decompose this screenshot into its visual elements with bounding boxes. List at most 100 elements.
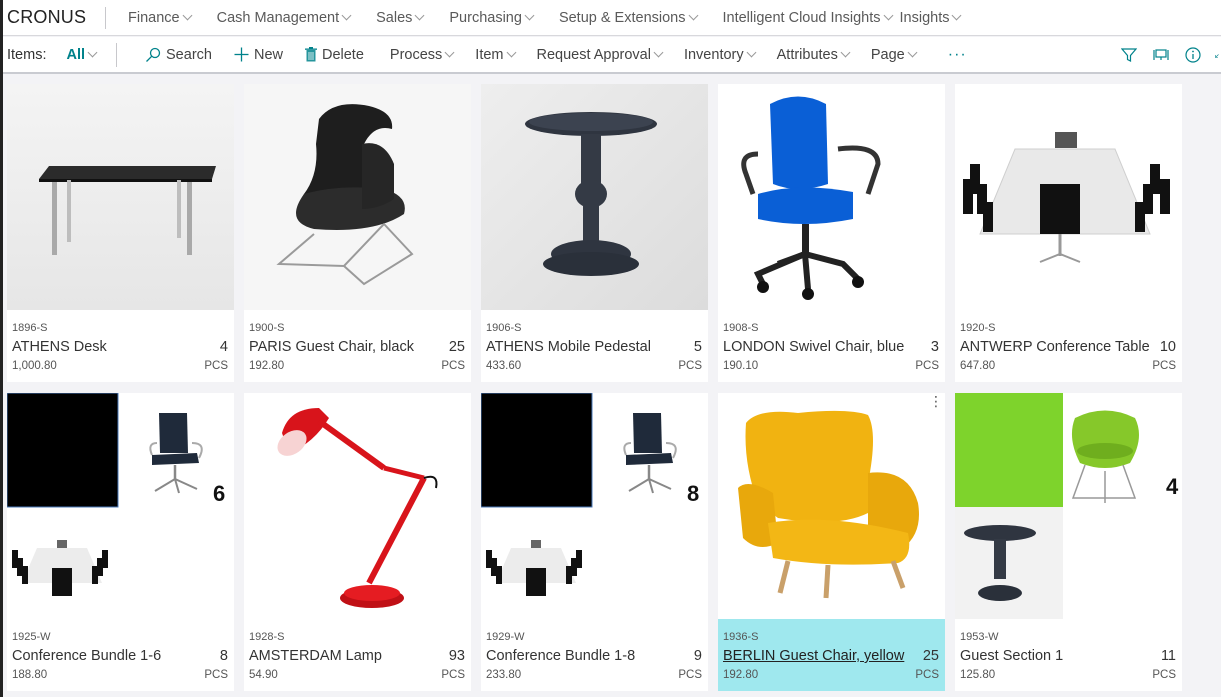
top-navigation: CRONUS Finance Cash Management Sales Pur…	[0, 0, 1221, 36]
item-description[interactable]: ANTWERP Conference Table	[960, 339, 1150, 355]
page-title: Items:	[7, 46, 47, 63]
item-menu[interactable]: Item	[475, 47, 516, 63]
item-description[interactable]: LONDON Swivel Chair, blue	[723, 339, 904, 355]
page-tools	[1105, 37, 1221, 72]
item-description[interactable]: Conference Bundle 1-6	[12, 648, 161, 664]
item-number: 1906-S	[486, 322, 522, 334]
item-unit-price: 190.10	[723, 360, 759, 372]
item-tile-selected[interactable]: ⋮ 1936-S BERLIN Guest Chair, yellow 25 1…	[718, 393, 945, 691]
item-unit-of-measure: PCS	[441, 669, 465, 681]
item-image-desk	[7, 84, 234, 310]
item-inventory: 8	[219, 648, 228, 664]
item-number: 1896-S	[12, 322, 48, 334]
nav-intelligent-cloud-insights[interactable]: Intelligent Cloud Insights	[722, 9, 893, 26]
attributes-menu[interactable]: Attributes	[776, 46, 851, 63]
chevron-down-icon	[746, 47, 757, 58]
info-icon[interactable]	[1185, 46, 1201, 63]
menu-label: Attributes	[776, 46, 838, 63]
process-menu[interactable]: Process	[389, 46, 455, 63]
item-unit-of-measure: PCS	[204, 669, 228, 681]
menu-label: Page	[870, 46, 905, 63]
nav-label: Intelligent Cloud Insights	[722, 9, 881, 26]
item-tile[interactable]: 1906-S ATHENS Mobile Pedestal 5 433.60 P…	[481, 84, 708, 382]
item-tile[interactable]: 1896-S ATHENS Desk 4 1,000.80 PCS	[7, 84, 234, 382]
new-label: New	[253, 46, 283, 63]
item-details: 1928-S AMSTERDAM Lamp 93 54.90 PCS	[244, 619, 471, 691]
item-inventory: 5	[693, 339, 702, 355]
item-unit-of-measure: PCS	[678, 669, 702, 681]
item-unit-price: 192.80	[723, 669, 759, 681]
filter-icon[interactable]	[1121, 47, 1137, 63]
nav-setup-extensions[interactable]: Setup & Extensions	[559, 10, 698, 26]
item-image-swivel-chair	[718, 84, 945, 310]
item-unit-price: 647.80	[960, 360, 996, 372]
item-details: 1900-S PARIS Guest Chair, black 25 192.8…	[244, 310, 471, 382]
item-inventory: 9	[693, 648, 702, 664]
item-details: 1929-W Conference Bundle 1-8 9 233.80 PC…	[481, 619, 708, 691]
nav-sales[interactable]: Sales	[376, 10, 425, 26]
more-options-button[interactable]: ···	[948, 46, 967, 64]
item-unit-price: 188.80	[12, 669, 48, 681]
item-inventory: 93	[448, 648, 465, 664]
bundle-count-label: 6	[213, 481, 226, 506]
item-image-bundle: 8	[481, 393, 708, 619]
item-unit-price: 233.80	[486, 669, 522, 681]
delete-button[interactable]: Delete	[304, 46, 364, 63]
item-inventory: 11	[1160, 648, 1176, 664]
menu-label: Process	[389, 46, 443, 63]
item-description[interactable]: AMSTERDAM Lamp	[249, 648, 382, 664]
item-number: 1929-W	[486, 631, 525, 643]
more-options-icon[interactable]: ⋮	[929, 394, 943, 408]
company-name[interactable]: CRONUS	[0, 7, 105, 28]
inventory-menu[interactable]: Inventory	[683, 46, 757, 63]
item-description[interactable]: BERLIN Guest Chair, yellow	[723, 648, 904, 664]
nav-cash-management[interactable]: Cash Management	[216, 9, 352, 26]
item-inventory: 25	[922, 648, 939, 664]
item-unit-of-measure: PCS	[678, 360, 702, 372]
request-approval-menu[interactable]: Request Approval	[536, 46, 664, 63]
chevron-down-icon	[524, 10, 535, 21]
chevron-down-icon	[506, 47, 516, 58]
menu-label: Request Approval	[536, 46, 651, 63]
item-tile[interactable]: 6 1925-W Conference Bundle 1-6 8 188.80 …	[7, 393, 234, 691]
item-tile[interactable]: 1920-S ANTWERP Conference Table 10 647.8…	[955, 84, 1182, 382]
item-description[interactable]: Guest Section 1	[960, 648, 1063, 664]
item-description[interactable]: PARIS Guest Chair, black	[249, 339, 414, 355]
item-unit-price: 1,000.80	[12, 360, 57, 372]
item-tile[interactable]: 1928-S AMSTERDAM Lamp 93 54.90 PCS	[244, 393, 471, 691]
nav-label: Cash Management	[216, 9, 340, 26]
item-description[interactable]: Conference Bundle 1-8	[486, 648, 635, 664]
menu-label: Inventory	[683, 46, 744, 63]
view-filter-dropdown[interactable]: All	[66, 47, 98, 63]
item-description[interactable]: ATHENS Desk	[12, 339, 107, 355]
nav-purchasing[interactable]: Purchasing	[449, 10, 535, 26]
search-icon	[145, 47, 161, 63]
chevron-down-icon	[952, 10, 962, 21]
item-unit-of-measure: PCS	[204, 360, 228, 372]
collapse-icon[interactable]	[1215, 49, 1221, 61]
item-details: 1908-S LONDON Swivel Chair, blue 3 190.1…	[718, 310, 945, 382]
page-menu[interactable]: Page	[870, 46, 918, 63]
action-bar: Items: All Search New Delete Process Ite…	[0, 37, 1221, 74]
nav-finance[interactable]: Finance	[128, 10, 193, 26]
item-unit-of-measure: PCS	[441, 360, 465, 372]
bundle-count-label: 8	[687, 481, 700, 506]
new-button[interactable]: New	[234, 47, 283, 63]
chevron-down-icon	[840, 47, 851, 58]
item-unit-price: 433.60	[486, 360, 522, 372]
item-number: 1908-S	[723, 322, 759, 334]
factbox-icon[interactable]	[1153, 48, 1169, 62]
item-tile[interactable]: 1908-S LONDON Swivel Chair, blue 3 190.1…	[718, 84, 945, 382]
item-image-pedestal	[481, 84, 708, 310]
delete-label: Delete	[321, 46, 364, 63]
item-details: 1920-S ANTWERP Conference Table 10 647.8…	[955, 310, 1182, 382]
item-tile[interactable]: 1900-S PARIS Guest Chair, black 25 192.8…	[244, 84, 471, 382]
bundle-count-label: 4	[1166, 474, 1179, 499]
item-details: 1925-W Conference Bundle 1-6 8 188.80 PC…	[7, 619, 234, 691]
item-tile[interactable]: 8 1929-W Conference Bundle 1-8 9 233.80 …	[481, 393, 708, 691]
search-button[interactable]: Search	[145, 47, 212, 63]
item-unit-of-measure: PCS	[915, 360, 939, 372]
item-description[interactable]: ATHENS Mobile Pedestal	[486, 339, 651, 355]
nav-insights[interactable]: Insights	[900, 10, 962, 26]
item-tile[interactable]: 4 1953-W Guest Section 1 11 125.80 PCS	[955, 393, 1182, 691]
